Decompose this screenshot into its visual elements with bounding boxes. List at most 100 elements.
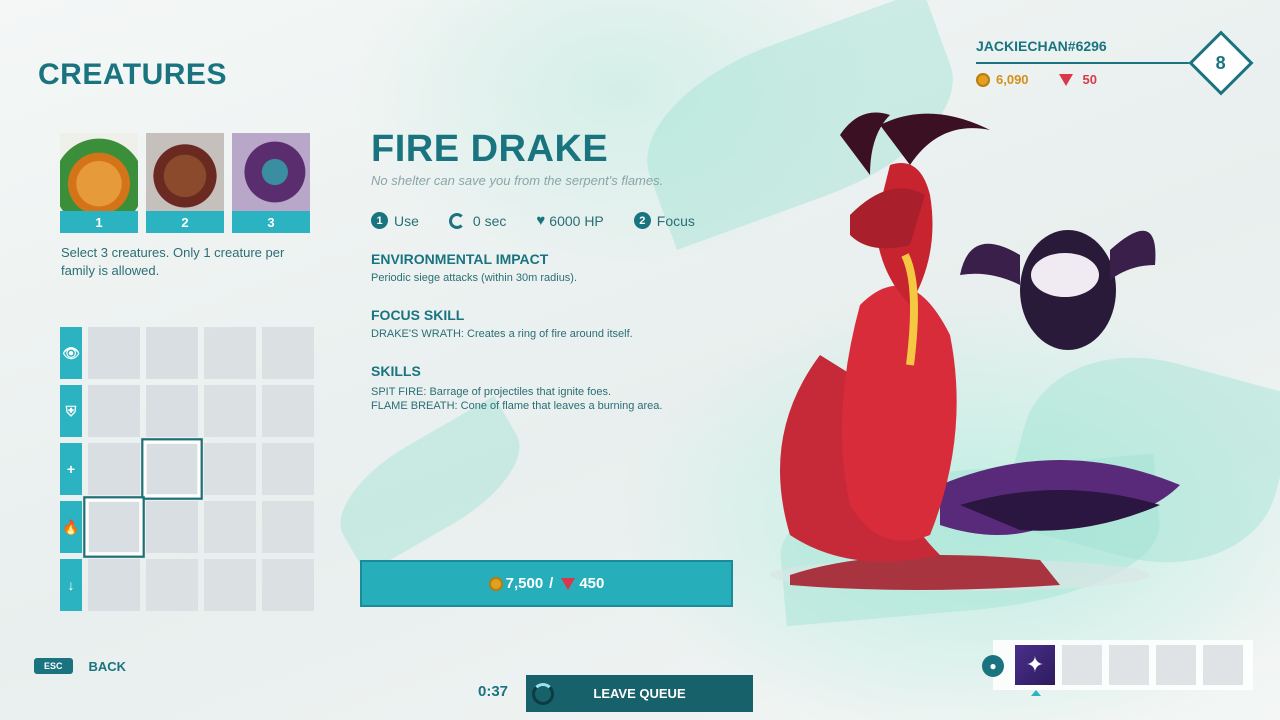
empty-cell <box>204 385 256 437</box>
slot-number: 1 <box>60 211 138 233</box>
creature-cell-hovered[interactable] <box>141 438 203 500</box>
empty-cell <box>204 501 256 553</box>
gold-amount: 6,090 <box>996 72 1029 87</box>
player-level: 8 <box>1215 52 1227 73</box>
party-slot-empty[interactable] <box>1203 645 1243 685</box>
party-slot-empty[interactable] <box>1062 645 1102 685</box>
user-icon[interactable]: ● <box>982 655 1004 677</box>
grid-row: 🔥 <box>60 496 320 558</box>
grid-row: ↓ <box>60 559 320 611</box>
focus-count-icon: 2 <box>633 212 651 229</box>
empty-cell <box>146 559 198 611</box>
skills-section: SKILLS SPIT FIRE: Barrage of projectiles… <box>371 363 791 413</box>
page-title: CREATURES <box>38 58 227 91</box>
hp-value: 6000 HP <box>549 212 604 229</box>
creature-cell-fire-drake[interactable] <box>83 496 145 558</box>
plus-icon: + <box>60 443 82 495</box>
heart-icon: ♥ <box>536 212 546 229</box>
creature-portrait <box>146 133 224 211</box>
price-gold: 7,500 <box>505 575 544 592</box>
empty-cell <box>262 559 314 611</box>
player-currency: 6,090 50 <box>976 72 1097 87</box>
creature-cell[interactable] <box>146 385 198 437</box>
creature-cell[interactable] <box>88 327 140 379</box>
gold-balance: 6,090 <box>976 72 1029 87</box>
queue-timer: 0:37 <box>478 683 509 700</box>
creature-stats: 1 Use 0 sec ♥ 6000 HP 2 Focus <box>371 212 791 229</box>
creature-grid: 👁 ⛨ + 🔥 ↓ <box>60 327 320 617</box>
creature-tagline: No shelter can save you from the serpent… <box>371 173 664 188</box>
grid-row: + <box>60 438 320 500</box>
slot-number: 2 <box>146 211 224 233</box>
focus-label: Focus <box>656 212 695 229</box>
use-count-icon: 1 <box>371 212 388 229</box>
selected-slot-1[interactable]: 1 <box>60 133 138 233</box>
gem-amount: 50 <box>1082 72 1098 87</box>
crown-coin-icon <box>976 72 990 87</box>
grid-row: 👁 <box>60 327 320 379</box>
cooldown-value: 0 sec <box>472 212 507 229</box>
creature-portrait <box>232 133 310 211</box>
use-label: Use <box>394 212 419 229</box>
cooldown-icon <box>448 212 465 229</box>
eye-icon: 👁 <box>60 327 82 379</box>
esc-key-hint: ESC <box>34 658 73 674</box>
section-text: DRAKE'S WRATH: Creates a ring of fire ar… <box>371 328 633 340</box>
slot-number: 3 <box>232 211 310 233</box>
creature-portrait <box>60 133 138 211</box>
creature-cell[interactable] <box>88 385 140 437</box>
creature-cell[interactable] <box>146 501 198 553</box>
gem-icon <box>1058 73 1073 86</box>
empty-cell <box>262 385 314 437</box>
skill-line: SPIT FIRE: Barrage of projectiles that i… <box>371 386 612 398</box>
focus-stat: 2 Focus <box>633 212 695 229</box>
back-button[interactable]: ESC BACK <box>34 658 126 674</box>
environmental-impact-section: ENVIRONMENTAL IMPACT Periodic siege atta… <box>371 251 791 285</box>
empty-cell <box>204 327 256 379</box>
party-slot-active[interactable]: ✦ <box>1015 645 1055 685</box>
gem-balance: 50 <box>1057 72 1097 87</box>
leave-queue-label: LEAVE QUEUE <box>593 686 686 701</box>
empty-cell <box>204 443 256 495</box>
creature-cell[interactable] <box>146 327 198 379</box>
loading-spinner-icon <box>532 683 554 705</box>
selected-slot-2[interactable]: 2 <box>146 133 224 233</box>
section-text: Periodic siege attacks (within 30m radiu… <box>371 272 578 284</box>
creature-cell[interactable] <box>88 559 140 611</box>
selected-slot-3[interactable]: 3 <box>232 133 310 233</box>
cooldown-stat: 0 sec <box>448 212 507 229</box>
focus-skill-section: FOCUS SKILL DRAKE'S WRATH: Creates a rin… <box>371 307 791 341</box>
section-title: ENVIRONMENTAL IMPACT <box>371 251 549 267</box>
price-separator: / <box>549 575 554 592</box>
gem-icon <box>561 577 576 590</box>
selection-instructions: Select 3 creatures. Only 1 creature per … <box>61 245 285 278</box>
section-title: SKILLS <box>371 363 421 379</box>
profile-divider <box>976 62 1201 64</box>
active-slot-marker <box>1031 690 1041 696</box>
leave-queue-button[interactable]: LEAVE QUEUE <box>526 675 753 712</box>
player-username: JACKIECHAN#6296 <box>976 38 1107 54</box>
player-level-badge: 8 <box>1188 30 1254 96</box>
selected-creatures: 1 2 3 <box>60 133 310 233</box>
price-gems: 450 <box>579 575 605 592</box>
party-bar: ● ✦ <box>982 640 1253 696</box>
empty-cell <box>262 327 314 379</box>
use-stat: 1 Use <box>371 212 419 229</box>
skill-line: FLAME BREATH: Cone of flame that leaves … <box>371 400 663 412</box>
shield-icon: ⛨ <box>60 385 82 437</box>
empty-cell <box>204 559 256 611</box>
arrow-down-icon: ↓ <box>60 559 82 611</box>
party-slot-empty[interactable] <box>1109 645 1149 685</box>
hp-stat: ♥ 6000 HP <box>536 212 603 229</box>
creature-name: FIRE DRAKE <box>371 128 609 170</box>
star-emblem-icon: ✦ <box>1025 652 1045 677</box>
fire-drake-artwork <box>770 112 1180 591</box>
purchase-button[interactable]: 7,500 / 450 <box>360 560 733 607</box>
party-slot-empty[interactable] <box>1156 645 1196 685</box>
fire-icon: 🔥 <box>60 501 82 553</box>
back-label: BACK <box>88 658 127 674</box>
empty-cell <box>262 443 314 495</box>
creature-cell[interactable] <box>88 443 140 495</box>
empty-cell <box>262 501 314 553</box>
crown-coin-icon <box>488 576 503 591</box>
